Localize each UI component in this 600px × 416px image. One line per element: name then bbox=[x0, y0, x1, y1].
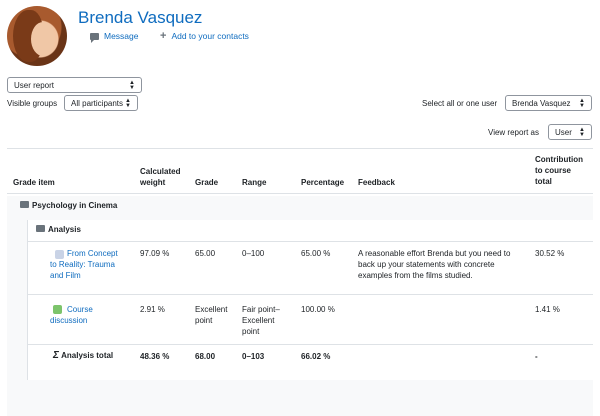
groups-select[interactable]: All participants ▲ ▼ bbox=[64, 95, 138, 111]
item-line: to Reality: Trauma bbox=[50, 260, 115, 269]
col-range: Range bbox=[242, 178, 267, 187]
table-row-border bbox=[7, 193, 593, 194]
range-value: Fair point– Excellent point bbox=[242, 304, 280, 337]
message-link[interactable]: Message bbox=[90, 31, 139, 43]
grade-item-link[interactable]: Course discussion bbox=[50, 304, 93, 326]
col-contribution-line3: total bbox=[535, 177, 552, 186]
user-select-value: Brenda Vasquez bbox=[512, 98, 571, 108]
user-select[interactable]: Brenda Vasquez ▲ ▼ bbox=[505, 95, 592, 111]
table-row-border bbox=[28, 344, 593, 345]
chevron-updown-icon: ▲ ▼ bbox=[125, 98, 131, 109]
percentage-value: 65.00 % bbox=[301, 249, 331, 258]
total-row-label: Σ Analysis total bbox=[53, 350, 113, 361]
col-grade: Grade bbox=[195, 178, 219, 187]
item-line: discussion bbox=[50, 316, 88, 325]
category-row: Psychology in Cinema bbox=[20, 200, 117, 211]
col-weight-line2: weight bbox=[140, 178, 166, 187]
add-contact-link[interactable]: + Add to your contacts bbox=[160, 30, 249, 42]
col-percentage: Percentage bbox=[301, 178, 345, 187]
total-percentage: 66.02 % bbox=[301, 352, 331, 361]
col-weight: Calculated weight bbox=[140, 166, 180, 188]
message-label: Message bbox=[104, 31, 139, 41]
folder-icon bbox=[20, 201, 29, 209]
range-value: 0–100 bbox=[242, 249, 265, 258]
visible-groups-label: Visible groups bbox=[7, 99, 58, 108]
plus-icon: + bbox=[160, 30, 167, 42]
item-line: and Film bbox=[50, 271, 81, 280]
report-type-select[interactable]: User report ▲ ▼ bbox=[7, 77, 142, 93]
subcategory-row: Analysis bbox=[36, 224, 81, 235]
grade-line: point bbox=[195, 316, 213, 325]
grade-item-link[interactable]: From Concept to Reality: Trauma and Film bbox=[50, 248, 118, 281]
chevron-updown-icon: ▲ ▼ bbox=[129, 80, 135, 91]
subcategory-label: Analysis bbox=[48, 225, 81, 234]
percentage-value: 100.00 % bbox=[301, 305, 335, 314]
chevron-updown-icon: ▲ ▼ bbox=[579, 127, 585, 138]
item-line: Course bbox=[67, 305, 93, 314]
total-contribution: - bbox=[535, 352, 538, 361]
item-line: From Concept bbox=[67, 249, 118, 258]
contribution-value: 1.41 % bbox=[535, 305, 560, 314]
feedback-line: A reasonable effort Brenda but you need … bbox=[358, 249, 511, 258]
grade-value: 65.00 bbox=[195, 249, 216, 258]
user-name: Brenda Vasquez bbox=[78, 8, 203, 27]
groups-value: All participants bbox=[71, 98, 124, 108]
col-grade-item: Grade item bbox=[13, 178, 55, 187]
chevron-updown-icon: ▲ ▼ bbox=[579, 98, 585, 109]
view-as-value: User bbox=[555, 127, 572, 137]
total-grade: 68.00 bbox=[195, 352, 216, 361]
category-label: Psychology in Cinema bbox=[32, 201, 118, 210]
feedback-text: A reasonable effort Brenda but you need … bbox=[358, 248, 510, 281]
add-contact-label: Add to your contacts bbox=[171, 31, 249, 41]
table-row-border bbox=[28, 241, 593, 242]
col-feedback: Feedback bbox=[358, 178, 395, 187]
total-weight: 48.36 % bbox=[140, 352, 170, 361]
feedback-line: back up your statements with concrete bbox=[358, 260, 495, 269]
message-icon bbox=[90, 32, 99, 43]
weight-value: 2.91 % bbox=[140, 305, 165, 314]
range-line: Fair point– bbox=[242, 305, 280, 314]
view-as-select[interactable]: User ▲ ▼ bbox=[548, 124, 592, 140]
col-weight-line1: Calculated bbox=[140, 167, 181, 176]
contribution-value: 30.52 % bbox=[535, 249, 565, 258]
sigma-icon: Σ bbox=[53, 350, 59, 361]
select-user-label: Select all or one user bbox=[422, 99, 498, 108]
user-avatar bbox=[7, 6, 67, 66]
grade-value: Excellent point bbox=[195, 304, 227, 326]
view-report-label: View report as bbox=[488, 128, 539, 137]
col-contribution: Contribution to course total bbox=[535, 154, 583, 187]
range-line: point bbox=[242, 327, 260, 336]
range-line: Excellent bbox=[242, 316, 275, 325]
table-top-border bbox=[7, 148, 593, 149]
report-type-value: User report bbox=[14, 80, 55, 90]
folder-icon bbox=[36, 225, 45, 233]
total-label: Analysis total bbox=[61, 351, 114, 360]
table-row-border bbox=[28, 294, 593, 295]
weight-value: 97.09 % bbox=[140, 249, 170, 258]
col-contribution-line2: to course bbox=[535, 166, 572, 175]
total-range: 0–103 bbox=[242, 352, 265, 361]
grade-line: Excellent bbox=[195, 305, 228, 314]
feedback-line: examples from the films studied. bbox=[358, 271, 473, 280]
col-contribution-line1: Contribution bbox=[535, 155, 583, 164]
